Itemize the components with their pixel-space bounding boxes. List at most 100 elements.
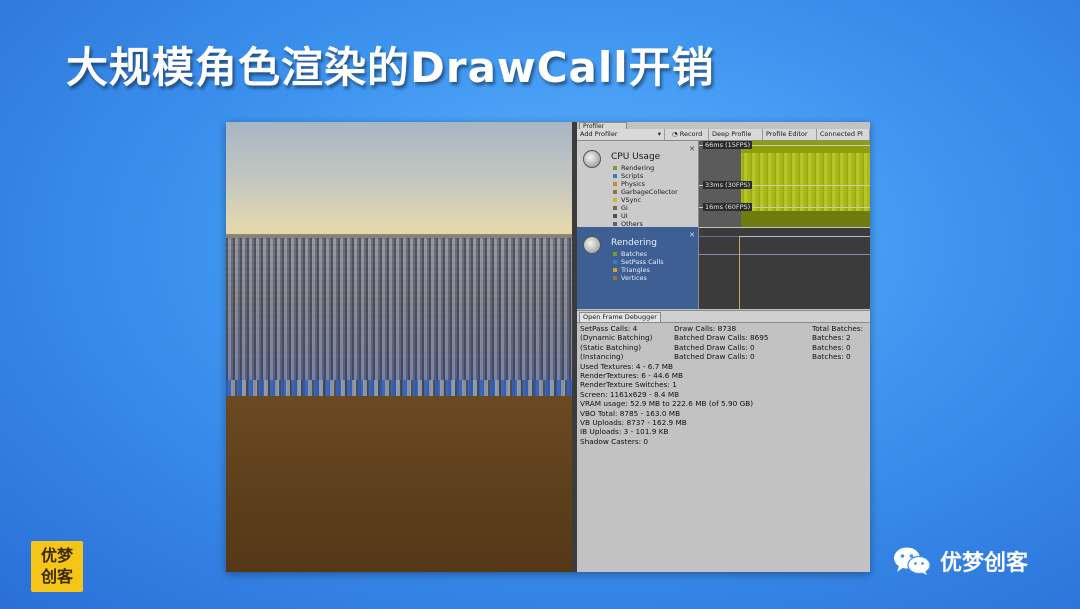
legend-item[interactable]: Physics bbox=[613, 180, 678, 188]
stats-line: RenderTexture Switches: 1 bbox=[580, 380, 677, 390]
legend-item[interactable]: UI bbox=[613, 212, 678, 220]
cpu-usage-area[interactable]: CPU Usage ✕ Rendering Scripts Physics Ga… bbox=[577, 141, 698, 228]
frame-debugger-bar: Open Frame Debugger bbox=[577, 310, 870, 323]
stats-line: VRAM usage: 52.9 MB to 222.6 MB (of 5.90… bbox=[580, 399, 754, 409]
unity-screenshot: Profiler Add Profiler ▾ ◔ Record Deep Pro… bbox=[226, 122, 870, 572]
legend-label: VSync bbox=[621, 196, 642, 204]
stat-batches: Batches: 2 bbox=[812, 333, 851, 343]
open-frame-debugger-button[interactable]: Open Frame Debugger bbox=[579, 312, 661, 323]
legend-label: Vertices bbox=[621, 274, 647, 282]
cpu-usage-graph[interactable]: 66ms (15FPS) 33ms (30FPS) 16ms (60FPS) bbox=[699, 141, 870, 227]
profile-editor-label: Profile Editor bbox=[766, 130, 808, 138]
stats-line: Shadow Casters: 0 bbox=[580, 436, 649, 446]
stat-batches: Batches: 0 bbox=[812, 352, 851, 362]
legend-swatch bbox=[613, 222, 617, 226]
profile-editor-button[interactable]: Profile Editor bbox=[763, 129, 817, 140]
frame-cursor bbox=[739, 236, 740, 309]
graph-line bbox=[699, 254, 870, 255]
scene-sky bbox=[226, 122, 572, 240]
legend-label: Triangles bbox=[621, 266, 650, 274]
stat-drawcalls: Draw Calls: 8738 bbox=[674, 324, 737, 333]
rendering-icon bbox=[583, 236, 601, 254]
legend-swatch bbox=[613, 190, 617, 194]
close-icon[interactable]: ✕ bbox=[689, 231, 695, 239]
legend-item[interactable]: Rendering bbox=[613, 164, 678, 172]
stat-value: Batched Draw Calls: 8695 bbox=[674, 333, 769, 343]
connected-player-label: Connected Pl bbox=[820, 130, 863, 138]
legend-item[interactable]: Vertices bbox=[613, 274, 664, 282]
stats-line: Used Textures: 4 - 6.7 MB bbox=[580, 361, 674, 371]
close-icon[interactable]: ✕ bbox=[689, 145, 695, 153]
brand-watermark: 优梦创客 bbox=[892, 544, 1028, 578]
logo-line-1: 优梦 bbox=[40, 546, 73, 565]
legend-label: SetPass Calls bbox=[621, 258, 664, 266]
legend-label: Batches bbox=[621, 250, 648, 258]
legend-swatch bbox=[613, 174, 617, 178]
legend-label: GarbageCollector bbox=[621, 188, 678, 196]
rendering-graph[interactable] bbox=[699, 228, 870, 309]
legend-label: UI bbox=[621, 212, 628, 220]
stats-row: (Dynamic Batching) Batched Draw Calls: 86… bbox=[580, 333, 868, 342]
rendering-area[interactable]: Rendering ✕ Batches SetPass Calls Triang… bbox=[577, 227, 698, 309]
profiler-window: Profiler Add Profiler ▾ ◔ Record Deep Pro… bbox=[577, 122, 870, 572]
record-button[interactable]: ◔ Record bbox=[669, 129, 709, 140]
stat-value: Batched Draw Calls: 0 bbox=[674, 342, 755, 352]
record-icon: ◔ bbox=[672, 130, 680, 138]
character-crowd bbox=[226, 238, 572, 396]
legend-swatch bbox=[613, 214, 617, 218]
slide-title: 大规模角色渲染的DrawCall开销 bbox=[66, 43, 715, 92]
scene-ground bbox=[226, 396, 572, 572]
stat-value: Batched Draw Calls: 0 bbox=[674, 352, 755, 362]
cpu-legend: Rendering Scripts Physics GarbageCollect… bbox=[613, 164, 678, 228]
add-profiler-dropdown[interactable]: Add Profiler ▾ bbox=[577, 129, 665, 140]
legend-item[interactable]: Scripts bbox=[613, 172, 678, 180]
stats-row: (Instancing) Batched Draw Calls: 0 Batches… bbox=[580, 352, 868, 361]
deep-profile-label: Deep Profile bbox=[712, 130, 752, 138]
logo-badge: 优梦 创客 bbox=[31, 541, 83, 592]
record-label: Record bbox=[679, 130, 703, 138]
legend-item[interactable]: VSync bbox=[613, 196, 678, 204]
stat-label: (Static Batching) bbox=[580, 342, 642, 352]
legend-label: Scripts bbox=[621, 172, 644, 180]
legend-swatch bbox=[613, 206, 617, 210]
dropdown-arrow-icon: ▾ bbox=[657, 130, 661, 138]
stats-line: IB Uploads: 3 - 101.9 KB bbox=[580, 427, 669, 437]
cpu-usage-title: CPU Usage bbox=[611, 152, 661, 162]
stat-batches: Batches: 0 bbox=[812, 342, 851, 352]
brand-name: 优梦创客 bbox=[940, 551, 1029, 576]
legend-item[interactable]: GarbageCollector bbox=[613, 188, 678, 196]
profiler-area-list: CPU Usage ✕ Rendering Scripts Physics Ga… bbox=[577, 141, 699, 309]
stats-row: SetPass Calls: 4 Draw Calls: 8738 Total Ba… bbox=[580, 324, 868, 333]
stat-setpass: SetPass Calls: 4 bbox=[580, 324, 638, 333]
graph-line bbox=[739, 236, 870, 250]
stat-total-batches: Total Batches: bbox=[812, 324, 864, 333]
legend-swatch bbox=[613, 260, 617, 264]
graph-label-33ms: 33ms (30FPS) bbox=[703, 181, 753, 189]
connected-player-dropdown[interactable]: Connected Pl bbox=[817, 129, 870, 140]
stats-row: (Static Batching) Batched Draw Calls: 0 Ba… bbox=[580, 343, 868, 352]
legend-swatch bbox=[613, 268, 617, 272]
graph-label-16ms: 16ms (60FPS) bbox=[703, 203, 753, 211]
legend-item[interactable]: Batches bbox=[613, 250, 664, 258]
stats-line: Screen: 1161x629 - 8.4 MB bbox=[580, 389, 680, 399]
graph-label-66ms: 66ms (15FPS) bbox=[703, 141, 753, 149]
legend-item[interactable]: SetPass Calls bbox=[613, 258, 664, 266]
legend-swatch bbox=[613, 198, 617, 202]
legend-swatch bbox=[613, 166, 617, 170]
profiler-toolbar: Add Profiler ▾ ◔ Record Deep Profile Prof… bbox=[577, 129, 870, 141]
cpu-icon bbox=[583, 150, 601, 168]
legend-item[interactable]: Triangles bbox=[613, 266, 664, 274]
wechat-icon bbox=[892, 546, 932, 576]
stat-label: (Dynamic Batching) bbox=[580, 333, 653, 343]
legend-swatch bbox=[613, 276, 617, 280]
legend-label: Gi bbox=[621, 204, 628, 212]
legend-swatch bbox=[613, 252, 617, 256]
deep-profile-button[interactable]: Deep Profile bbox=[709, 129, 763, 140]
logo-line-2: 创客 bbox=[40, 567, 73, 586]
legend-label: Rendering bbox=[621, 164, 655, 172]
legend-item[interactable]: Gi bbox=[613, 204, 678, 212]
stats-line: VBO Total: 8785 - 163.0 MB bbox=[580, 408, 681, 418]
stats-line: VB Uploads: 8737 - 162.9 MB bbox=[580, 417, 687, 427]
stats-line: RenderTextures: 6 - 44.6 MB bbox=[580, 370, 684, 380]
profiler-tab[interactable]: Profiler bbox=[579, 122, 627, 130]
